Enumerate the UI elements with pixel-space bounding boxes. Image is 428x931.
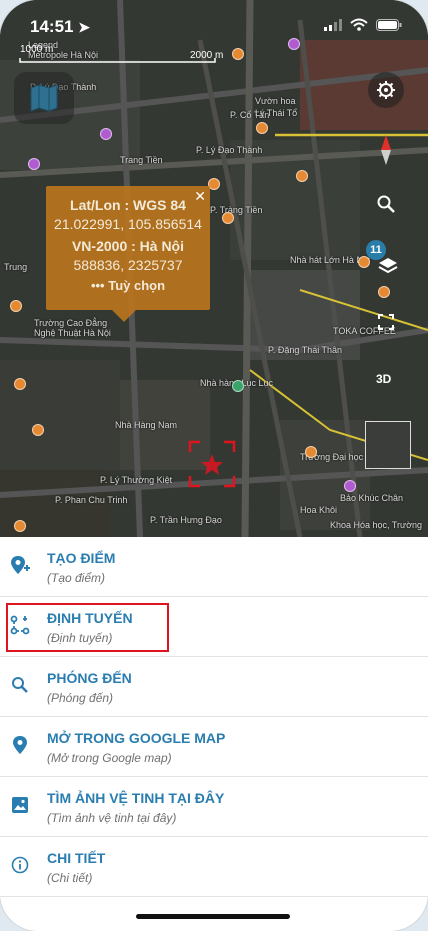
compass-button[interactable] — [368, 132, 404, 168]
battery-icon — [376, 18, 402, 31]
search-icon — [10, 675, 30, 695]
map-label: P. Phan Chu Trinh — [55, 495, 128, 505]
coordinate-popup[interactable]: ✕ Lat/Lon : WGS 84 21.022991, 105.856514… — [46, 186, 210, 322]
status-icons — [324, 18, 402, 31]
map-label: Hoa Khôi — [300, 505, 338, 515]
poi-marker[interactable] — [378, 286, 390, 298]
menu-item-subtitle: (Phóng đến) — [47, 691, 114, 705]
search-icon — [377, 195, 395, 213]
menu-item-details[interactable]: CHI TIẾT (Chi tiết) — [0, 837, 428, 897]
poi-marker[interactable] — [296, 170, 308, 182]
layers-icon — [378, 258, 398, 274]
route-icon — [10, 615, 30, 635]
poi-marker[interactable] — [32, 424, 44, 436]
map-label: P. Lý Đạo Thành — [196, 145, 263, 155]
menu-item-zoom-to[interactable]: PHÓNG ĐẾN (Phóng đến) — [0, 657, 428, 717]
compass-icon — [381, 135, 391, 165]
menu-item-title: MỞ TRONG GOOGLE MAP — [47, 730, 226, 746]
menu-item-title: PHÓNG ĐẾN — [47, 670, 132, 686]
menu-item-title: TẠO ĐIỂM — [47, 550, 116, 566]
satellite-map[interactable]: Legend Metropole Hà Nội P. Lý Đạo Thành … — [0, 0, 428, 537]
context-menu: TẠO ĐIỂM (Tạo điểm) ĐỊNH TUYẾN (Định tuy… — [0, 537, 428, 931]
poi-marker[interactable] — [344, 480, 356, 492]
map-label: Trường Cao Đẳng — [34, 318, 108, 328]
poi-marker[interactable] — [14, 378, 26, 390]
options-button[interactable]: ••• Tuỳ chọn — [46, 278, 210, 293]
map-label: P. Trần Hưng Đạo — [150, 515, 222, 525]
poi-marker[interactable] — [10, 300, 22, 312]
settings-button[interactable] — [368, 72, 404, 108]
poi-marker[interactable] — [305, 446, 317, 458]
map-label: Trung — [4, 262, 28, 272]
map-label: Khoa Hóa học, Trường — [330, 520, 422, 530]
fullscreen-icon — [378, 314, 394, 330]
map-label: Lý Thái Tổ — [255, 108, 298, 118]
poi-marker[interactable] — [100, 128, 112, 140]
menu-item-subtitle: (Chi tiết) — [47, 871, 93, 885]
menu-item-find-satellite-image[interactable]: TÌM ẢNH VỆ TINH TẠI ĐÂY (Tìm ảnh vệ tinh… — [0, 777, 428, 837]
poi-marker[interactable] — [256, 122, 268, 134]
poi-marker[interactable] — [232, 380, 244, 392]
target-crosshair-icon — [188, 440, 236, 488]
vn2000-title: VN-2000 : Hà Nội — [71, 238, 185, 254]
map-label: P. Tràng Tiền — [210, 205, 263, 215]
layers-button[interactable] — [370, 248, 406, 284]
wgs84-title: Lat/Lon : WGS 84 — [70, 197, 186, 213]
info-icon — [10, 855, 30, 875]
menu-item-title: CHI TIẾT — [47, 850, 106, 866]
menu-item-title: ĐỊNH TUYẾN — [47, 610, 133, 626]
map-label: P. Lý Thường Kiệt — [100, 475, 173, 485]
status-bar: 14:51 ➤ — [0, 0, 428, 50]
image-icon — [10, 795, 30, 815]
poi-marker[interactable] — [28, 158, 40, 170]
map-label: P. Đặng Thái Thân — [268, 345, 343, 355]
search-map-button[interactable] — [368, 186, 404, 222]
menu-item-title: TÌM ẢNH VỆ TINH TẠI ĐÂY — [47, 790, 225, 806]
menu-item-subtitle: (Tìm ảnh vệ tinh tại đây) — [47, 811, 177, 825]
menu-item-create-point[interactable]: TẠO ĐIỂM (Tạo điểm) — [0, 537, 428, 597]
menu-item-routing[interactable]: ĐỊNH TUYẾN (Định tuyến) — [0, 597, 428, 657]
map-label: Trang Tiền — [120, 155, 163, 165]
add-location-icon — [10, 555, 30, 575]
scale-label: 1000 m — [20, 44, 54, 55]
map-label: Nghệ Thuật Hà Nội — [34, 328, 111, 338]
status-time: 14:51 ➤ — [30, 17, 90, 37]
fullscreen-button[interactable] — [368, 304, 404, 340]
map-label: Vườn hoa — [255, 96, 296, 106]
close-icon[interactable]: ✕ — [194, 188, 206, 205]
location-pin-icon — [10, 735, 30, 755]
wifi-icon — [350, 18, 368, 31]
menu-item-subtitle: (Mở trong Google map) — [47, 751, 172, 765]
map-icon — [30, 84, 58, 112]
poi-marker[interactable] — [222, 212, 234, 224]
phone-screen: Legend Metropole Hà Nội P. Lý Đạo Thành … — [0, 0, 428, 931]
menu-item-open-google-map[interactable]: MỞ TRONG GOOGLE MAP (Mở trong Google map… — [0, 717, 428, 777]
map-label: Nhà Hàng Nam — [115, 420, 178, 430]
overview-minimap[interactable] — [365, 421, 411, 469]
gear-icon — [377, 81, 395, 99]
location-arrow-icon: ➤ — [78, 19, 90, 35]
home-indicator[interactable] — [136, 914, 290, 919]
scale-label: 2000 m — [190, 50, 224, 61]
menu-item-subtitle: (Định tuyến) — [47, 631, 113, 645]
map-label: Bảo Khúc Chân — [340, 493, 404, 503]
poi-marker[interactable] — [14, 520, 26, 532]
3d-toggle-button[interactable]: 3D — [376, 372, 391, 386]
menu-item-subtitle: (Tạo điểm) — [47, 571, 106, 585]
status-time-text: 14:51 — [30, 17, 74, 36]
vn2000-coordinates: 588836, 2325737 — [73, 257, 183, 273]
cellular-signal-icon — [324, 18, 342, 31]
poi-marker[interactable] — [358, 256, 370, 268]
basemap-button[interactable] — [14, 72, 74, 124]
wgs84-coordinates: 21.022991, 105.856514 — [54, 216, 202, 232]
